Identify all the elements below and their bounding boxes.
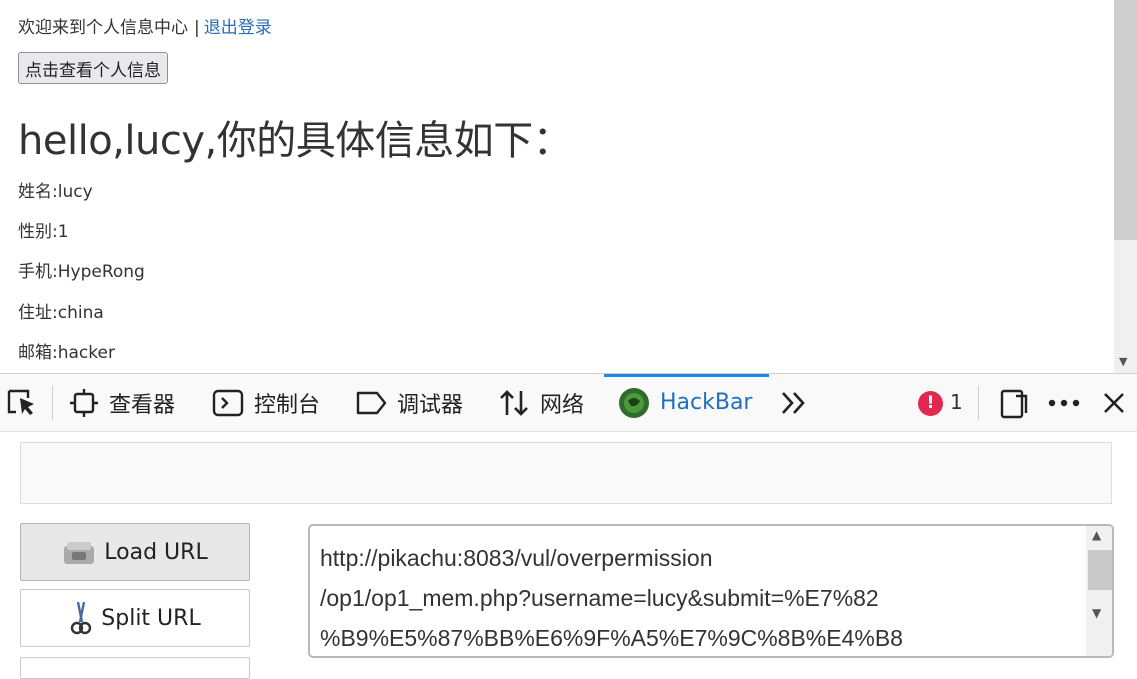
tab-inspector[interactable]: 查看器 [69,374,175,431]
tab-hackbar-label: HackBar [660,390,753,415]
tab-inspector-label: 查看器 [109,392,176,418]
url-textarea[interactable]: http://pikachu:8083/vul/overpermission /… [308,524,1114,658]
scroll-up-arrow-icon[interactable]: ▲ [1092,528,1101,542]
error-icon[interactable]: ! [918,391,943,416]
close-devtools-button[interactable] [1102,374,1136,431]
info-address: 住址:china [18,303,104,323]
scroll-down-arrow-icon[interactable]: ▼ [1119,355,1127,368]
tab-network[interactable]: 网络 [498,374,584,431]
separator: | [194,18,200,38]
double-chevron-right-icon [782,391,805,414]
tab-hackbar[interactable]: HackBar [618,374,752,431]
tab-console-label: 控制台 [254,392,321,418]
welcome-text: 欢迎来到个人信息中心 [18,18,188,38]
tab-network-label: 网络 [540,392,585,418]
hackbar-icon [619,387,649,418]
responsive-design-button[interactable] [998,374,1040,431]
welcome-bar: 欢迎来到个人信息中心 | 退出登录 [18,13,272,38]
tab-debugger[interactable]: 调试器 [355,374,463,431]
close-icon [1104,392,1124,413]
more-tabs-button[interactable] [780,374,818,431]
inspector-icon [70,388,98,417]
logout-link[interactable]: 退出登录 [204,18,272,38]
info-gender: 性别:1 [18,222,69,242]
tab-debugger-label: 调试器 [397,392,464,418]
debugger-icon [356,391,387,414]
scissors-icon [71,601,92,635]
responsive-design-icon [1000,389,1028,418]
load-url-icon [64,542,95,564]
scroll-down-arrow-icon[interactable]: ▼ [1092,606,1101,620]
load-url-label: Load URL [104,539,208,565]
toolbar-divider [978,386,979,420]
toolbar-divider [52,386,53,420]
execute-button[interactable] [20,657,250,679]
url-scroll-thumb[interactable] [1088,550,1112,590]
element-picker-icon [7,389,34,415]
hackbar-menu-area [20,442,1112,504]
devtools-toolbar: 查看器 控制台 调试器 网络 HackBar ! 1 [0,374,1137,432]
network-icon [500,389,528,416]
tab-console[interactable]: 控制台 [212,374,320,431]
info-email: 邮箱:hacker [18,343,115,363]
split-url-button[interactable]: Split URL [20,589,250,647]
url-value[interactable]: http://pikachu:8083/vul/overpermission /… [320,538,1080,656]
page-content: 欢迎来到个人信息中心 | 退出登录 点击查看个人信息 hello,lucy,你的具体… [0,0,1114,373]
page-heading: hello,lucy,你的具体信息如下： [18,118,573,164]
url-scrollbar[interactable]: ▲ ▼ [1086,526,1112,656]
page-scroll-thumb[interactable] [1114,0,1137,240]
page-scrollbar[interactable]: ▼ [1114,0,1137,373]
view-info-button[interactable]: 点击查看个人信息 [18,52,168,84]
load-url-button[interactable]: Load URL [20,523,250,581]
console-icon [212,389,244,416]
info-name: 姓名:lucy [18,182,93,202]
split-url-label: Split URL [101,605,201,631]
element-picker-button[interactable] [6,374,48,431]
devtools-panel: 查看器 控制台 调试器 网络 HackBar ! 1 Load URL Spli… [0,373,1137,679]
ellipsis-icon [1048,399,1080,406]
info-phone: 手机:HypeRong [18,262,145,282]
error-count[interactable]: 1 [950,390,963,414]
devtools-menu-button[interactable] [1047,374,1091,431]
